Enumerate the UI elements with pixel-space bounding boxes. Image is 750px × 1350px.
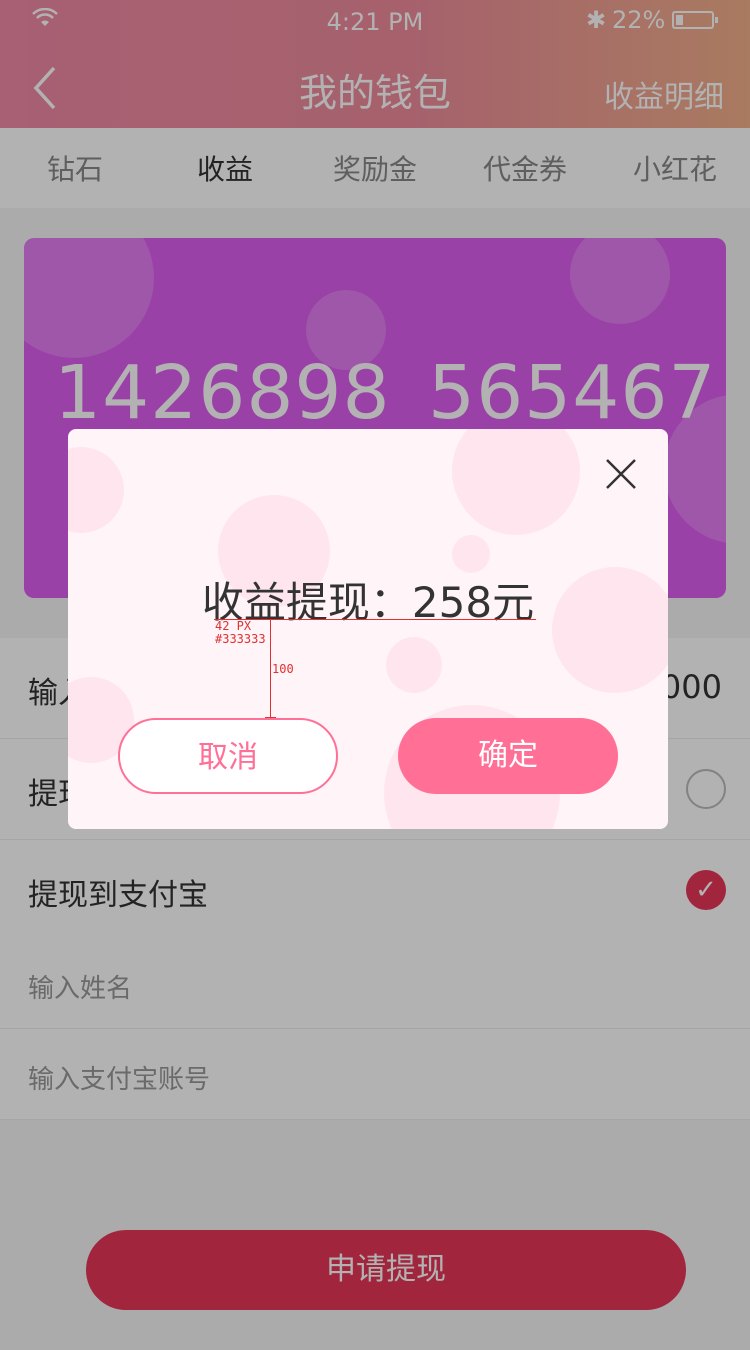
annotation-font-color: #333333 xyxy=(215,632,266,646)
annotation-spacing-value: 100 xyxy=(272,662,294,676)
decor-dot xyxy=(68,447,124,533)
dialog-title: 收益提现：258元 xyxy=(201,578,535,627)
annotation-spacing-line xyxy=(270,619,271,718)
decor-dot xyxy=(452,429,580,535)
decor-dot xyxy=(386,637,442,693)
annotation-tick xyxy=(265,717,276,718)
annotation-underline xyxy=(214,619,536,620)
annotation-tick xyxy=(265,619,276,620)
close-icon[interactable] xyxy=(604,457,638,491)
confirm-button[interactable]: 确定 xyxy=(398,718,618,794)
withdraw-dialog: 收益提现：258元 取消 确定 xyxy=(68,429,668,829)
cancel-button[interactable]: 取消 xyxy=(118,718,338,794)
decor-dot xyxy=(452,535,490,573)
